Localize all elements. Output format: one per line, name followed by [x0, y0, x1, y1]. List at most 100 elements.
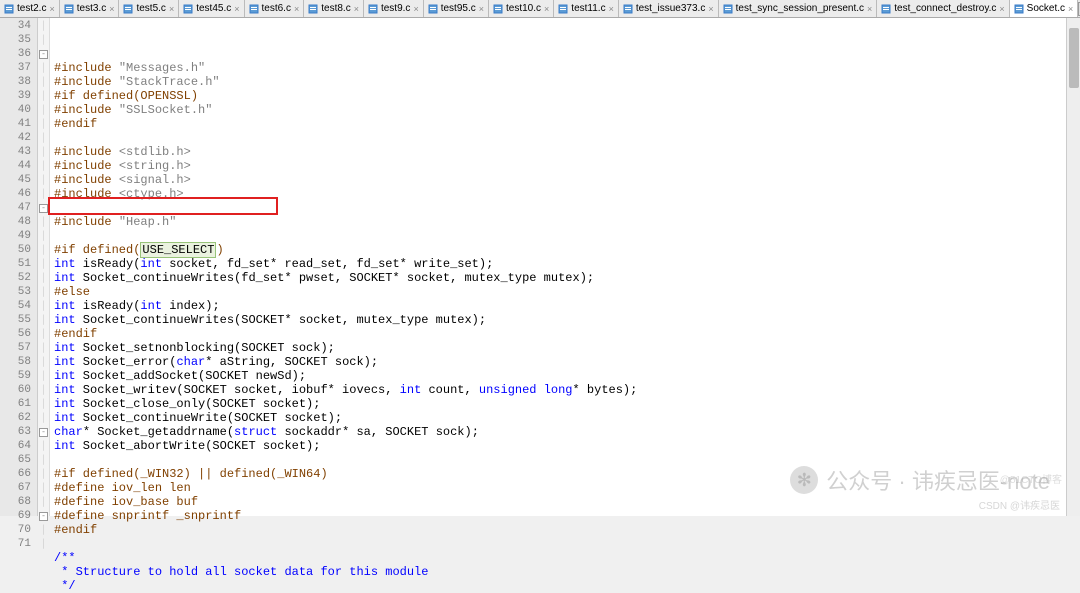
tab-test2-c[interactable]: test2.c×	[0, 0, 60, 17]
tab-test11-c[interactable]: test11.c ×	[554, 0, 619, 17]
close-icon[interactable]: ×	[1068, 4, 1073, 14]
fold-guide: │	[41, 35, 46, 45]
code-line[interactable]: #define iov_len len	[54, 481, 1080, 495]
line-number: 70	[0, 523, 31, 537]
code-line[interactable]: #include "Heap.h"	[54, 215, 1080, 229]
tab-test45-c[interactable]: test45.c×	[179, 0, 244, 17]
file-icon	[368, 4, 378, 14]
code-line[interactable]: int Socket_close_only(SOCKET socket);	[54, 397, 1080, 411]
code-line[interactable]: int isReady(int index);	[54, 299, 1080, 313]
code-line[interactable]: #endif	[54, 117, 1080, 131]
fold-toggle[interactable]: -	[39, 50, 48, 59]
close-icon[interactable]: ×	[354, 4, 359, 14]
tab-test8-c[interactable]: test8.c×	[304, 0, 364, 17]
tab-test10-c[interactable]: test10.c×	[489, 0, 554, 17]
file-icon	[1014, 4, 1024, 14]
code-line[interactable]: int Socket_continueWrites(fd_set* pwset,…	[54, 271, 1080, 285]
fold-guide: │	[41, 469, 46, 479]
tab-label: test11.c	[571, 3, 605, 14]
code-line[interactable]: #endif	[54, 327, 1080, 341]
code-line[interactable]: */	[54, 579, 1080, 593]
fold-toggle[interactable]: -	[39, 204, 48, 213]
fold-guide: │	[41, 21, 46, 31]
tab-test_connect_destroy-c[interactable]: test_connect_destroy.c×	[877, 0, 1009, 17]
code-line[interactable]	[54, 131, 1080, 145]
code-line[interactable]	[54, 453, 1080, 467]
fold-toggle[interactable]: -	[39, 512, 48, 521]
file-icon	[623, 4, 633, 14]
close-icon[interactable]: ×	[609, 4, 614, 14]
code-line[interactable]: #if defined(USE_SELECT)	[54, 243, 1080, 257]
tab-test9-c[interactable]: test9.c×	[364, 0, 424, 17]
close-icon[interactable]: ×	[234, 4, 239, 14]
code-line[interactable]: int Socket_error(char* aString, SOCKET s…	[54, 355, 1080, 369]
close-icon[interactable]: ×	[294, 4, 299, 14]
code-line[interactable]: char* Socket_getaddrname(struct sockaddr…	[54, 425, 1080, 439]
tab-test_issue373-c[interactable]: test_issue373.c×	[619, 0, 719, 17]
fold-guide: │	[41, 77, 46, 87]
code-line[interactable]: int Socket_abortWrite(SOCKET socket);	[54, 439, 1080, 453]
code-line[interactable]: int Socket_continueWrite(SOCKET socket);	[54, 411, 1080, 425]
code-line[interactable]: #if defined(_WIN32) || defined(_WIN64)	[54, 467, 1080, 481]
code-line[interactable]: #include "StackTrace.h"	[54, 75, 1080, 89]
code-line[interactable]	[54, 201, 1080, 215]
line-number: 52	[0, 271, 31, 285]
line-number: 60	[0, 383, 31, 397]
code-line[interactable]	[54, 229, 1080, 243]
code-line[interactable]: #include "SSLSocket.h"	[54, 103, 1080, 117]
code-line[interactable]: #include <signal.h>	[54, 173, 1080, 187]
code-line[interactable]: int Socket_continueWrites(SOCKET* socket…	[54, 313, 1080, 327]
fold-guide: │	[41, 315, 46, 325]
fold-guide: │	[41, 161, 46, 171]
code-line[interactable]: #include <ctype.h>	[54, 187, 1080, 201]
line-number: 71	[0, 537, 31, 551]
line-number: 53	[0, 285, 31, 299]
code-line[interactable]: #define iov_base buf	[54, 495, 1080, 509]
code-line[interactable]: #define snprintf _snprintf	[54, 509, 1080, 523]
file-icon	[249, 4, 259, 14]
code-line[interactable]: * Structure to hold all socket data for …	[54, 565, 1080, 579]
tab-test95-c[interactable]: test95.c×	[424, 0, 489, 17]
tab-test3-c[interactable]: test3.c×	[60, 0, 120, 17]
code-line[interactable]: #include "Messages.h"	[54, 61, 1080, 75]
fold-guide: │	[41, 497, 46, 507]
tab-test_sync_session_present-c[interactable]: test_sync_session_present.c×	[719, 0, 878, 17]
fold-guide: │	[41, 217, 46, 227]
line-number: 63	[0, 425, 31, 439]
close-icon[interactable]: ×	[413, 4, 418, 14]
tab-test5-c[interactable]: test5.c×	[119, 0, 179, 17]
line-number: 43	[0, 145, 31, 159]
line-number: 69	[0, 509, 31, 523]
close-icon[interactable]: ×	[169, 4, 174, 14]
scrollbar-thumb[interactable]	[1069, 28, 1079, 88]
close-icon[interactable]: ×	[109, 4, 114, 14]
close-icon[interactable]: ×	[999, 4, 1004, 14]
code-line[interactable]	[54, 537, 1080, 551]
line-number: 62	[0, 411, 31, 425]
tab-Socket-c[interactable]: Socket.c×	[1010, 0, 1079, 17]
file-icon	[123, 4, 133, 14]
code-line[interactable]: int isReady(int socket, fd_set* read_set…	[54, 257, 1080, 271]
close-icon[interactable]: ×	[544, 4, 549, 14]
close-icon[interactable]: ×	[708, 4, 713, 14]
code-line[interactable]: #endif	[54, 523, 1080, 537]
close-icon[interactable]: ×	[49, 4, 54, 14]
tab-label: test9.c	[381, 3, 410, 14]
vertical-scrollbar[interactable]	[1066, 18, 1080, 516]
code-line[interactable]: /**	[54, 551, 1080, 565]
code-area[interactable]: #include "Messages.h"#include "StackTrac…	[50, 18, 1080, 516]
code-line[interactable]: #else	[54, 285, 1080, 299]
code-line[interactable]: #include <string.h>	[54, 159, 1080, 173]
tab-label: test2.c	[17, 3, 46, 14]
close-icon[interactable]: ×	[479, 4, 484, 14]
code-line[interactable]: int Socket_writev(SOCKET socket, iobuf* …	[54, 383, 1080, 397]
code-line[interactable]: #if defined(OPENSSL)	[54, 89, 1080, 103]
code-line[interactable]: int Socket_addSocket(SOCKET newSd);	[54, 369, 1080, 383]
code-line[interactable]: #include <stdlib.h>	[54, 145, 1080, 159]
code-line[interactable]: int Socket_setnonblocking(SOCKET sock);	[54, 341, 1080, 355]
close-icon[interactable]: ×	[867, 4, 872, 14]
fold-guide: │	[41, 539, 46, 549]
fold-toggle[interactable]: -	[39, 428, 48, 437]
tab-test6-c[interactable]: test6.c×	[245, 0, 305, 17]
fold-guide: │	[41, 231, 46, 241]
